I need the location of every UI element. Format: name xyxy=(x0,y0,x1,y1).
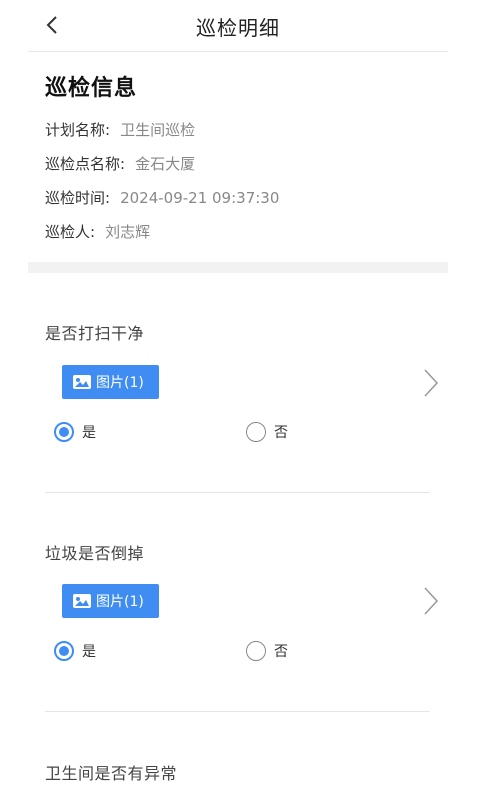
radio-checked-icon[interactable] xyxy=(54,641,74,661)
check-item: 卫生间是否有异常 xyxy=(45,760,430,790)
inspector-label: 巡检人: xyxy=(45,223,96,241)
checkpoint-name-label: 巡检点名称: xyxy=(45,155,126,173)
photo-button[interactable]: 图片(1) xyxy=(62,584,159,618)
chevron-right-icon[interactable] xyxy=(422,368,440,398)
chevron-right-icon[interactable] xyxy=(422,586,440,616)
page-title: 巡检明细 xyxy=(196,16,280,40)
inspector-row: 巡检人: 刘志辉 xyxy=(45,222,440,242)
checkpoint-name-row: 巡检点名称: 金石大厦 xyxy=(45,154,440,174)
header: 巡检明细 xyxy=(28,0,448,52)
radio-option-label: 是 xyxy=(82,644,96,660)
photo-button[interactable]: 图片(1) xyxy=(62,365,159,399)
plan-name-value: 卫生间巡检 xyxy=(120,121,196,139)
radio-option-yes[interactable]: 是 xyxy=(54,422,96,442)
inspection-info: 巡检信息 计划名称: 卫生间巡检 巡检点名称: 金石大厦 巡检时间: 2024-09-… xyxy=(45,70,440,256)
photo-button-label: 图片(1) xyxy=(96,594,144,610)
check-item-question: 卫生间是否有异常 xyxy=(45,764,178,783)
radio-checked-icon[interactable] xyxy=(54,422,74,442)
checkpoint-name-value: 金石大厦 xyxy=(135,155,196,173)
check-item: 垃圾是否倒掉 图片(1) 是 否 xyxy=(45,540,439,670)
item-separator xyxy=(45,711,430,712)
photo-button-label: 图片(1) xyxy=(96,375,144,391)
inspection-time-value: 2024-09-21 09:37:30 xyxy=(120,189,280,207)
radio-group: 是 否 xyxy=(54,422,354,446)
radio-group: 是 否 xyxy=(54,641,354,665)
inspector-value: 刘志辉 xyxy=(105,223,151,241)
radio-option-yes[interactable]: 是 xyxy=(54,641,96,661)
section-divider xyxy=(28,262,448,273)
radio-option-no[interactable]: 否 xyxy=(246,641,288,661)
radio-option-label: 否 xyxy=(274,644,288,660)
image-icon xyxy=(73,375,91,389)
radio-unchecked-icon[interactable] xyxy=(246,641,266,661)
check-item-question: 垃圾是否倒掉 xyxy=(45,544,145,563)
radio-option-label: 否 xyxy=(274,425,288,441)
item-separator xyxy=(45,492,430,493)
radio-option-no[interactable]: 否 xyxy=(246,422,288,442)
check-item-question: 是否打扫干净 xyxy=(45,324,145,343)
radio-option-label: 是 xyxy=(82,425,96,441)
radio-unchecked-icon[interactable] xyxy=(246,422,266,442)
inspection-time-label: 巡检时间: xyxy=(45,189,111,207)
plan-name-row: 计划名称: 卫生间巡检 xyxy=(45,120,440,140)
inspection-detail-page: 巡检明细 巡检信息 计划名称: 卫生间巡检 巡检点名称: 金石大厦 巡检时间: 202… xyxy=(0,0,480,800)
image-icon xyxy=(73,594,91,608)
plan-name-label: 计划名称: xyxy=(45,121,111,139)
check-item: 是否打扫干净 图片(1) 是 否 xyxy=(45,320,439,450)
inspection-time-row: 巡检时间: 2024-09-21 09:37:30 xyxy=(45,188,440,208)
info-title: 巡检信息 xyxy=(45,76,138,101)
